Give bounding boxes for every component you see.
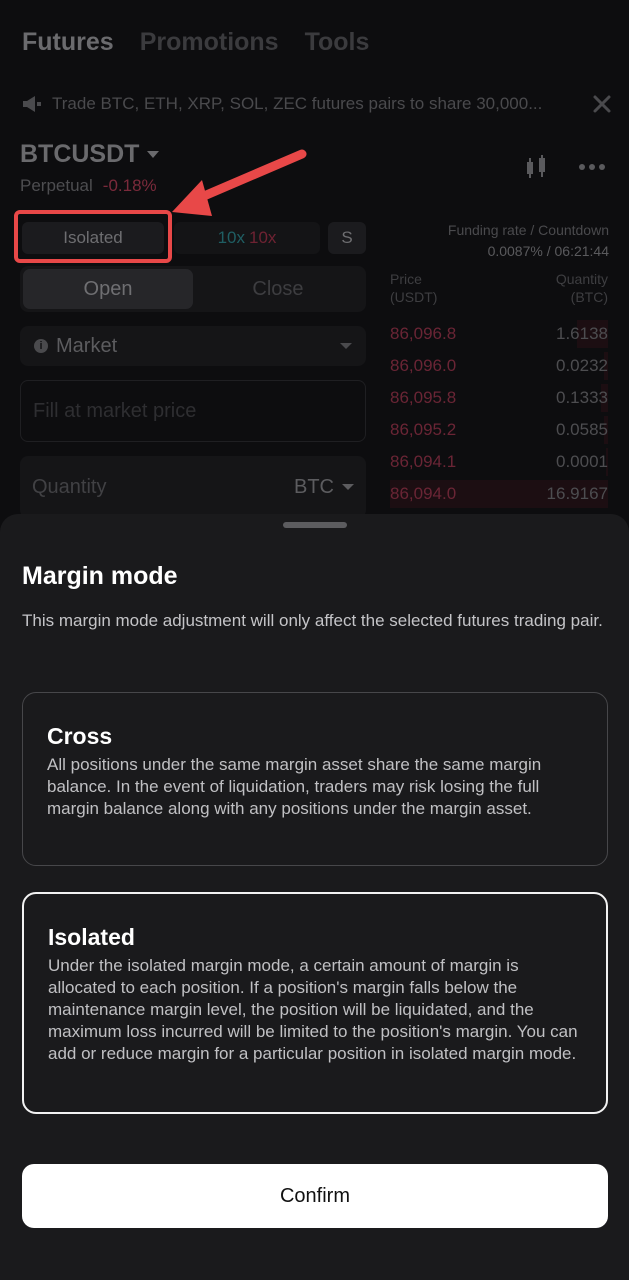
ask-quantity: 16.9167 xyxy=(546,484,608,503)
order-type-select[interactable]: i Market xyxy=(20,326,366,366)
qty-header: Quantity xyxy=(555,271,608,287)
orderbook-row[interactable]: 86,094.1 0.0001 xyxy=(390,446,608,478)
ask-quantity: 0.0585 xyxy=(556,420,608,439)
close-icon[interactable] xyxy=(592,94,612,114)
chevron-down-icon xyxy=(340,343,352,349)
option-description: All positions under the same margin asse… xyxy=(47,755,542,818)
chevron-down-icon xyxy=(147,151,160,158)
confirm-button[interactable]: Confirm xyxy=(22,1164,608,1228)
orderbook-asks: 86,096.8 1.6138 86,096.0 0.0232 86,095.8 0.13… xyxy=(390,318,608,510)
ask-price: 86,094.0 xyxy=(390,484,457,503)
price-change: -0.18% xyxy=(102,176,157,195)
orderbook-row[interactable]: 86,095.2 0.0585 xyxy=(390,414,608,446)
ask-quantity: 0.1333 xyxy=(556,388,608,407)
leverage-short: 10x xyxy=(249,228,277,247)
sheet-title: Margin mode xyxy=(22,562,178,590)
orderbook-row[interactable]: 86,096.8 1.6138 xyxy=(390,318,608,350)
funding-value: 0.0087% / 06:21:44 xyxy=(487,243,609,259)
ask-price: 86,094.1 xyxy=(390,452,457,471)
funding-info: Funding rate / Countdown 0.0087% / 06:21… xyxy=(448,220,609,262)
leverage-button[interactable]: 10x 10x xyxy=(174,222,320,254)
ask-quantity: 0.0232 xyxy=(556,356,608,375)
annotation-highlight-box xyxy=(14,210,172,263)
tab-tools[interactable]: Tools xyxy=(305,28,370,57)
megaphone-icon xyxy=(23,96,41,112)
ask-quantity: 0.0001 xyxy=(556,452,608,471)
ask-price: 86,096.8 xyxy=(390,324,457,343)
banner-text: Trade BTC, ETH, XRP, SOL, ZEC futures pa… xyxy=(52,94,543,113)
top-right-icons xyxy=(523,154,605,180)
option-cross[interactable]: Cross All positions under the same margi… xyxy=(22,692,608,866)
funding-label: Funding rate / Countdown xyxy=(447,222,609,238)
quantity-label: Quantity xyxy=(32,475,107,498)
orderbook-header: Price (USDT) Quantity (BTC) xyxy=(390,270,608,306)
announcement-banner[interactable]: Trade BTC, ETH, XRP, SOL, ZEC futures pa… xyxy=(22,92,612,116)
leverage-long: 10x xyxy=(217,228,245,247)
order-type-label: Market xyxy=(56,334,118,357)
tab-futures[interactable]: Futures xyxy=(22,28,114,57)
chevron-down-icon xyxy=(342,484,354,490)
pair-selector[interactable]: BTCUSDT xyxy=(20,140,160,169)
ask-price: 86,096.0 xyxy=(390,356,457,375)
info-icon: i xyxy=(34,339,48,353)
ask-price: 86,095.2 xyxy=(390,420,457,439)
candlestick-chart-icon[interactable] xyxy=(523,154,549,180)
ask-price: 86,095.8 xyxy=(390,388,457,407)
ask-quantity: 1.6138 xyxy=(556,324,608,343)
option-description: Under the isolated margin mode, a certai… xyxy=(48,956,578,1063)
option-title: Isolated xyxy=(48,924,135,950)
top-nav: Futures Promotions Tools xyxy=(22,28,369,57)
pair-type: Perpetual xyxy=(20,176,93,195)
price-header: Price xyxy=(390,271,422,287)
orderbook-row[interactable]: 86,095.8 0.1333 xyxy=(390,382,608,414)
quantity-input[interactable]: Quantity BTC xyxy=(20,456,366,518)
qty-unit: (BTC) xyxy=(570,289,608,305)
quantity-unit[interactable]: BTC xyxy=(294,476,334,499)
more-icon[interactable] xyxy=(579,163,605,171)
option-isolated[interactable]: Isolated Under the isolated margin mode,… xyxy=(22,892,608,1114)
tab-promotions[interactable]: Promotions xyxy=(140,28,279,57)
price-input[interactable]: Fill at market price xyxy=(20,380,366,442)
orderbook-row[interactable]: 86,094.0 16.9167 xyxy=(390,478,608,510)
annotation-arrow-icon xyxy=(172,149,307,216)
pair-symbol: BTCUSDT xyxy=(20,140,140,168)
option-title: Cross xyxy=(47,723,113,749)
orderbook-row[interactable]: 86,096.0 0.0232 xyxy=(390,350,608,382)
margin-mode-sheet: Margin mode This margin mode adjustment … xyxy=(0,514,629,1280)
s-button[interactable]: S xyxy=(328,222,366,254)
sheet-description: This margin mode adjustment will only af… xyxy=(22,611,603,630)
tab-close[interactable]: Close xyxy=(193,269,363,309)
drag-handle[interactable] xyxy=(283,522,347,528)
price-unit: (USDT) xyxy=(390,289,438,305)
pair-subtitle: Perpetual -0.18% xyxy=(20,176,157,196)
tab-open[interactable]: Open xyxy=(23,269,193,309)
open-close-toggle: Open Close xyxy=(20,266,366,312)
